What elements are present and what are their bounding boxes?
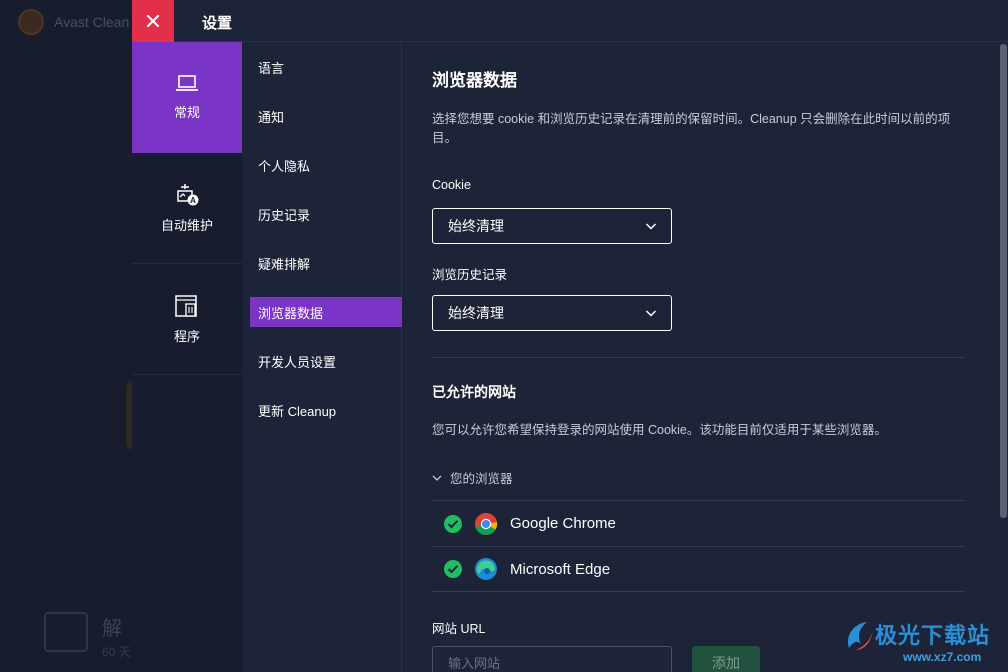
chrome-icon: [475, 512, 498, 535]
check-icon: [444, 514, 462, 533]
settings-topbar: 设置: [132, 0, 1008, 42]
allowed-sites-description: 您可以允许您希望保持登录的网站使用 Cookie。该功能目前仅适用于某些浏览器。: [432, 423, 887, 437]
auto-maintenance-icon: A: [177, 183, 199, 205]
page-title: 设置: [202, 15, 233, 32]
background-card-title: 解: [102, 618, 122, 640]
settings-submenu: 语言 通知 个人隐私 历史记录 疑难排解 浏览器数据 开发人员设置 更新 Cle…: [242, 42, 402, 672]
submenu-history[interactable]: 历史记录: [250, 199, 402, 229]
laptop-icon: [176, 75, 198, 91]
history-select-value: 始终清理: [448, 305, 504, 321]
submenu-troubleshooting[interactable]: 疑难排解: [250, 248, 402, 278]
your-browsers-label: 您的浏览器: [450, 472, 513, 486]
settings-panel: 设置 常规 A 自动维护 程序 语言 通知 个人隐私 历史记录 疑难排解 浏览器…: [132, 0, 1008, 672]
category-general-label: 常规: [173, 105, 200, 120]
history-label: 浏览历史记录: [432, 268, 508, 282]
browser-row-edge[interactable]: Microsoft Edge: [432, 546, 965, 592]
submenu-update-cleanup[interactable]: 更新 Cleanup: [250, 395, 402, 425]
submenu-language[interactable]: 语言: [250, 52, 402, 82]
edge-icon: [475, 558, 497, 580]
your-browsers-expander[interactable]: 您的浏览器: [432, 468, 513, 487]
check-icon: [444, 560, 462, 578]
category-general[interactable]: 常规: [132, 42, 242, 153]
background-app-title: Avast Clean: [18, 8, 129, 36]
chevron-down-icon: [432, 475, 442, 481]
close-button[interactable]: [132, 0, 174, 42]
program-trash-icon: [175, 294, 197, 317]
history-select[interactable]: 始终清理: [432, 295, 672, 331]
section-divider: [432, 357, 965, 358]
content-scrollbar[interactable]: [998, 42, 1008, 672]
watermark: 极光下载站 www.xz7.com: [845, 612, 1005, 670]
watermark-url: www.xz7.com: [903, 650, 982, 664]
submenu-developer-settings[interactable]: 开发人员设置: [250, 346, 402, 376]
cookie-select-value: 始终清理: [448, 218, 504, 234]
background-app-title-text: Avast Clean: [54, 14, 130, 30]
submenu-notifications[interactable]: 通知: [250, 101, 402, 131]
category-auto-maintenance[interactable]: A 自动维护: [132, 153, 242, 264]
browser-data-content: 浏览器数据 选择您想要 cookie 和浏览历史记录在清理前的保留时间。Clea…: [402, 42, 998, 672]
category-programs[interactable]: 程序: [132, 264, 242, 375]
section-description: 选择您想要 cookie 和浏览历史记录在清理前的保留时间。Cleanup 只会…: [432, 112, 951, 145]
submenu-privacy[interactable]: 个人隐私: [250, 150, 402, 180]
browser-name: Google Chrome: [510, 515, 616, 532]
scrollbar-thumb[interactable]: [1000, 44, 1007, 518]
background-card-icon: [44, 612, 88, 652]
chevron-down-icon: [645, 310, 657, 317]
add-website-button[interactable]: 添加: [692, 646, 760, 672]
svg-text:A: A: [190, 196, 196, 205]
background-card-subtitle: 60 天: [102, 645, 131, 659]
browser-name: Microsoft Edge: [510, 560, 611, 578]
submenu-browser-data[interactable]: 浏览器数据: [250, 297, 402, 327]
close-icon: [146, 14, 160, 28]
watermark-text: 极光下载站: [875, 623, 991, 648]
background-bottom-card: 解 60 天: [44, 612, 131, 660]
category-sidebar: 常规 A 自动维护 程序: [132, 42, 242, 672]
chevron-down-icon: [645, 223, 657, 230]
website-url-input[interactable]: [432, 646, 672, 672]
category-auto-maintenance-label: 自动维护: [160, 217, 213, 233]
website-url-label: 网站 URL: [432, 622, 486, 636]
category-programs-label: 程序: [173, 328, 200, 344]
cookie-label: Cookie: [432, 178, 471, 192]
allowed-sites-title: 已允许的网站: [432, 384, 516, 400]
cookie-select[interactable]: 始终清理: [432, 208, 672, 244]
browser-row-chrome[interactable]: Google Chrome: [432, 500, 965, 546]
watermark-logo-icon: [847, 622, 873, 650]
avast-logo-icon: [18, 9, 44, 35]
section-title: 浏览器数据: [432, 71, 517, 90]
